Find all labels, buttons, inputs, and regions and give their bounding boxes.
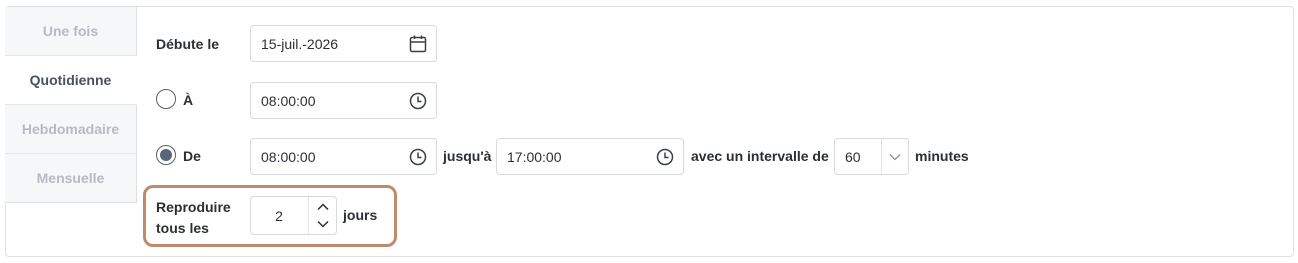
chevron-down-icon[interactable] — [314, 216, 332, 232]
stepper-buttons — [308, 197, 336, 234]
calendar-icon[interactable] — [408, 34, 428, 54]
tab-monthly-label: Mensuelle — [36, 170, 105, 186]
at-radio[interactable] — [156, 89, 176, 109]
chevron-up-icon[interactable] — [314, 199, 332, 215]
repeat-label-line2: tous les — [156, 220, 209, 236]
chevron-down-icon[interactable] — [881, 139, 908, 174]
start-date-value: 15-juil.-2026 — [261, 35, 339, 52]
from-label: De — [183, 148, 201, 164]
interval-unit-label: minutes — [915, 148, 969, 164]
tab-once[interactable]: Une fois — [5, 7, 137, 56]
repeat-stepper[interactable]: 2 — [250, 196, 337, 235]
from-start-time-value: 08:00:00 — [261, 148, 316, 165]
tab-once-label: Une fois — [42, 23, 99, 39]
clock-icon[interactable] — [655, 147, 675, 167]
repeat-unit-label: jours — [343, 207, 378, 223]
tab-daily[interactable]: Quotidienne — [5, 56, 137, 105]
interval-value: 60 — [845, 148, 861, 165]
repeat-label-line1: Reproduire — [156, 199, 231, 215]
from-end-time-input[interactable]: 17:00:00 — [496, 138, 684, 175]
until-label: jusqu'à — [443, 148, 492, 164]
tab-weekly[interactable]: Hebdomadaire — [5, 105, 137, 154]
frequency-tabs: Une fois Quotidienne Hebdomadaire Mensue… — [5, 7, 137, 203]
tab-weekly-label: Hebdomadaire — [21, 121, 120, 137]
at-time-value: 08:00:00 — [261, 92, 316, 109]
start-date-input[interactable]: 15-juil.-2026 — [250, 25, 437, 62]
interval-select[interactable]: 60 — [834, 138, 909, 175]
from-start-time-input[interactable]: 08:00:00 — [250, 138, 437, 175]
clock-icon[interactable] — [408, 91, 428, 111]
at-label: À — [183, 92, 194, 108]
from-radio[interactable] — [156, 145, 176, 165]
start-date-label: Débute le — [156, 36, 220, 52]
clock-icon[interactable] — [408, 147, 428, 167]
tab-monthly[interactable]: Mensuelle — [5, 154, 137, 203]
from-end-time-value: 17:00:00 — [507, 148, 562, 165]
interval-label: avec un intervalle de — [691, 148, 829, 164]
repeat-value[interactable]: 2 — [251, 197, 307, 234]
at-time-input[interactable]: 08:00:00 — [250, 82, 437, 119]
tab-daily-label: Quotidienne — [29, 72, 112, 88]
